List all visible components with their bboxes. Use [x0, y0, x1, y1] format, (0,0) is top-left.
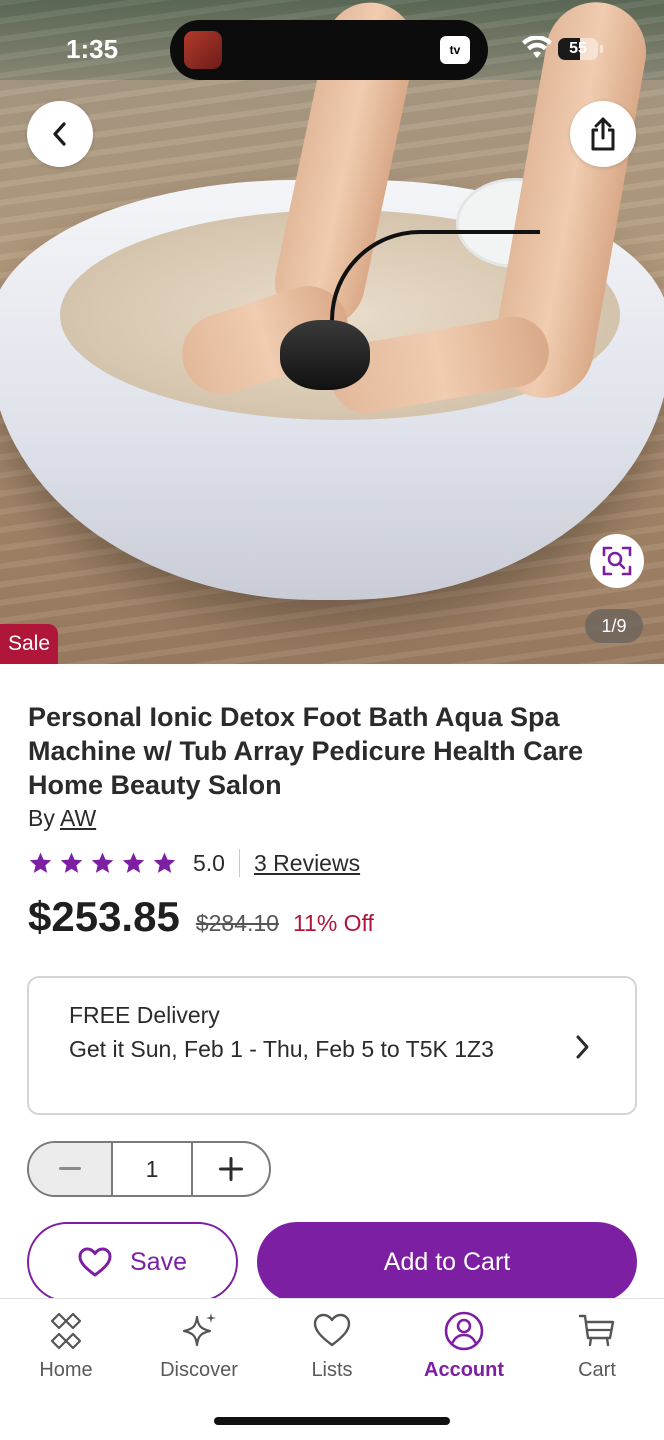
star-icon — [153, 852, 176, 873]
by-prefix: By — [28, 805, 55, 831]
nav-account-label: Account — [424, 1359, 504, 1381]
battery-level: 55 — [569, 40, 587, 57]
reviews-link[interactable]: 3 Reviews — [254, 850, 360, 877]
rating-row: 5.0 3 Reviews — [28, 847, 360, 879]
current-price: $253.85 — [28, 893, 180, 940]
nav-home[interactable]: Home — [6, 1311, 126, 1382]
now-playing-app-icon — [184, 31, 222, 69]
product-title: Personal Ionic Detox Foot Bath Aqua Spa … — [28, 702, 584, 800]
chevron-right-icon — [576, 1035, 589, 1059]
image-search-icon — [602, 546, 632, 576]
star-icon — [60, 852, 83, 873]
image-counter: 1/9 — [585, 609, 643, 643]
rating-value: 5.0 — [193, 849, 225, 876]
sale-badge: Sale — [0, 624, 59, 664]
back-button[interactable] — [27, 101, 93, 167]
delivery-headline: FREE Delivery — [69, 1002, 220, 1028]
ionic-array-device — [280, 320, 370, 390]
quantity-value[interactable]: 1 — [111, 1143, 193, 1195]
status-bar: 1:35 tv 55 — [0, 0, 664, 100]
save-button[interactable]: Save — [27, 1222, 238, 1302]
cart-icon — [578, 1314, 615, 1347]
star-icon — [122, 852, 145, 873]
minus-icon — [59, 1167, 81, 1170]
star-icon — [91, 852, 114, 873]
status-time: 1:35 — [66, 34, 119, 64]
star-rating — [28, 851, 177, 876]
nav-home-label: Home — [39, 1359, 93, 1381]
add-to-cart-button[interactable]: Add to Cart — [257, 1222, 637, 1302]
apple-tv-icon: tv — [440, 36, 470, 64]
delivery-detail: Get it Sun, Feb 1 - Thu, Feb 5 to T5K 1Z… — [69, 1036, 494, 1062]
plus-icon — [219, 1157, 243, 1181]
save-label: Save — [130, 1247, 187, 1276]
brand-byline: By AW — [28, 805, 96, 832]
nav-discover-label: Discover — [160, 1359, 238, 1381]
heart-icon — [78, 1247, 112, 1277]
home-icon — [50, 1312, 82, 1350]
nav-cart-label: Cart — [578, 1359, 616, 1381]
nav-lists-label: Lists — [311, 1359, 353, 1381]
share-icon — [591, 117, 615, 151]
quantity-decrease-button[interactable] — [29, 1143, 111, 1195]
nav-lists[interactable]: Lists — [272, 1311, 392, 1382]
quantity-increase-button[interactable] — [193, 1143, 269, 1195]
share-button[interactable] — [570, 101, 636, 167]
heart-icon — [313, 1313, 351, 1347]
battery-tip — [600, 45, 603, 53]
rating-divider — [238, 849, 240, 877]
nav-cart[interactable]: Cart — [537, 1311, 657, 1382]
price-row: $253.85 $284.10 11% Off — [28, 893, 374, 941]
star-icon — [29, 852, 52, 873]
quantity-stepper: 1 — [27, 1141, 271, 1197]
dynamic-island: tv — [170, 20, 488, 80]
brand-link[interactable]: AW — [60, 805, 96, 831]
home-indicator — [214, 1417, 450, 1425]
discount-label: 11% Off — [292, 910, 374, 936]
account-icon — [444, 1311, 484, 1351]
nav-account[interactable]: Account — [404, 1311, 524, 1382]
chevron-left-icon — [53, 122, 66, 146]
visual-search-button[interactable] — [590, 534, 644, 588]
sparkle-icon — [182, 1313, 216, 1347]
delivery-card[interactable]: FREE Delivery Get it Sun, Feb 1 - Thu, F… — [27, 976, 637, 1115]
wifi-icon — [522, 36, 552, 58]
battery-indicator: 55 — [558, 38, 598, 60]
original-price: $284.10 — [195, 910, 279, 936]
nav-discover[interactable]: Discover — [139, 1311, 259, 1382]
